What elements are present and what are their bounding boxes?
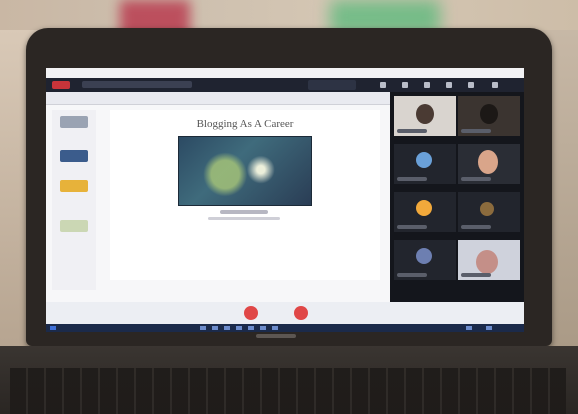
participant-name [461,177,491,181]
participant-name [461,129,491,133]
toolbar-icon[interactable] [492,82,498,88]
participant-tile[interactable] [394,240,456,280]
slide-thumbnails [52,110,96,290]
slide-image [178,136,312,206]
taskbar-app-icon[interactable] [224,326,230,330]
participant-name [397,129,427,133]
participant-video [478,150,498,174]
stop-video-button[interactable] [294,306,308,320]
slide-title: Blogging As A Career [196,118,294,130]
participant-tile[interactable] [394,96,456,136]
windows-taskbar [46,324,524,332]
participant-name [397,225,427,229]
taskbar-app-icon[interactable] [248,326,254,330]
slide-thumbnail[interactable] [60,116,88,128]
toolbar-icon[interactable] [424,82,430,88]
browser-titlebar [46,68,524,78]
participant-tile[interactable] [394,144,456,184]
meeting-controls [46,302,524,324]
toolbar-icon[interactable] [402,82,408,88]
laptop-screen: Blogging As A Career [46,68,524,324]
system-tray-icon[interactable] [486,326,492,330]
participant-avatar [416,200,432,216]
participant-name [461,273,491,277]
record-button[interactable] [52,81,70,89]
system-tray-icon[interactable] [466,326,472,330]
taskbar-app-icon[interactable] [236,326,242,330]
photo-scene: Blogging As A Career [0,0,578,414]
taskbar-app-icon[interactable] [200,326,206,330]
mute-button[interactable] [244,306,258,320]
presentation-toolbar[interactable] [46,92,390,105]
slide-thumbnail[interactable] [60,180,88,192]
toolbar-icon[interactable] [380,82,386,88]
slide-thumbnail[interactable] [60,150,88,162]
participant-tile[interactable] [458,144,520,184]
taskbar-app-icon[interactable] [272,326,278,330]
participant-tile[interactable] [458,192,520,232]
participant-name [397,177,427,181]
participant-tile[interactable] [458,240,520,280]
participant-tile[interactable] [458,96,520,136]
slide-thumbnail[interactable] [60,220,88,232]
view-options-button[interactable] [308,80,356,90]
taskbar-app-icon[interactable] [212,326,218,330]
participant-avatar [416,248,432,264]
meeting-topbar [46,78,524,92]
start-icon[interactable] [50,326,56,330]
taskbar-app-icon[interactable] [260,326,266,330]
toolbar-icon[interactable] [446,82,452,88]
shared-screen: Blogging As A Career [46,92,390,302]
participant-video [416,104,434,124]
participant-gallery [390,92,524,306]
participant-name [461,225,491,229]
laptop-brand-logo [256,334,296,338]
toolbar-icon[interactable] [468,82,474,88]
laptop-keyboard [10,368,566,414]
participant-avatar [480,202,494,216]
participant-avatar [416,152,432,168]
participant-tile[interactable] [394,192,456,232]
participant-name [397,273,427,277]
slide-caption [220,210,268,214]
meeting-title [82,81,192,88]
current-slide: Blogging As A Career [110,110,380,280]
participant-video [480,104,498,124]
participant-video [476,250,498,274]
slide-caption [208,217,280,220]
